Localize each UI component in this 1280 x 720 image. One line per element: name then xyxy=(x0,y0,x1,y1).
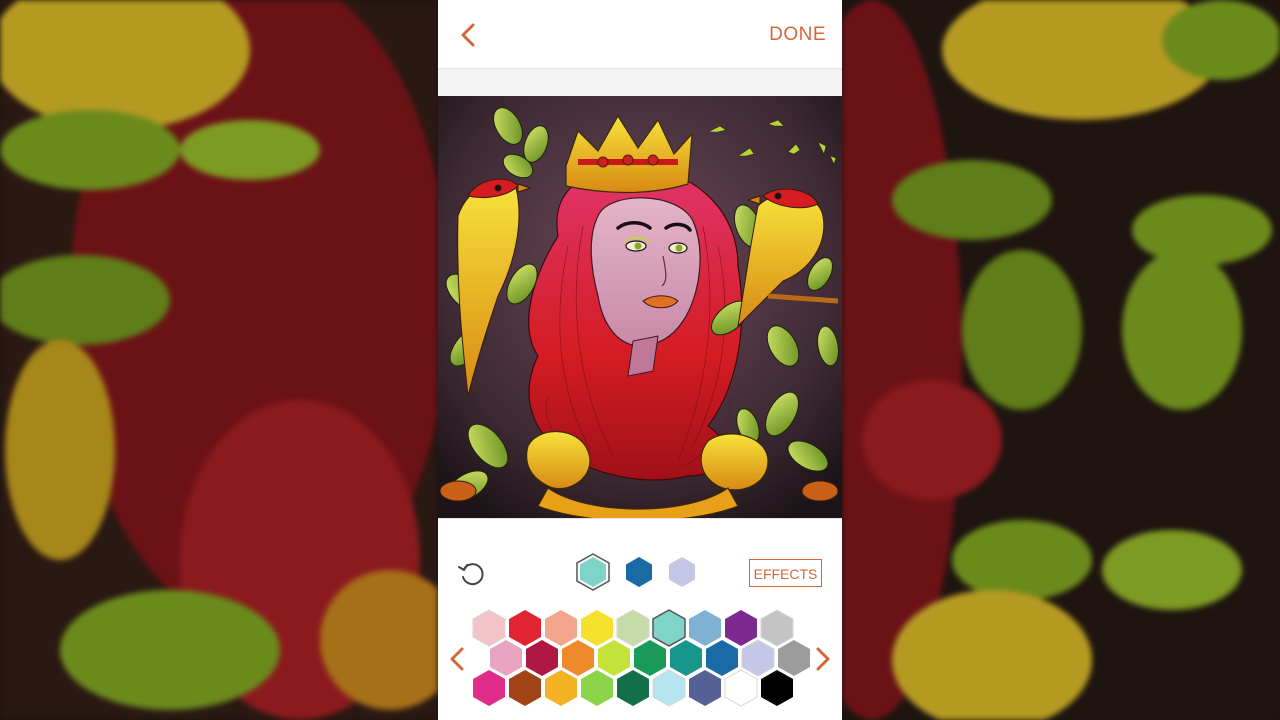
chevron-right-icon xyxy=(816,647,830,671)
palette-color-swatch[interactable] xyxy=(544,669,578,707)
back-button[interactable] xyxy=(454,20,484,50)
color-hexagon xyxy=(652,669,686,707)
palette-prev-button[interactable] xyxy=(448,645,466,673)
color-hexagon xyxy=(473,670,505,706)
palette-next-button[interactable] xyxy=(814,645,832,673)
palette-color-swatch[interactable] xyxy=(472,669,506,707)
coloring-app-screen: DONE EFFECTS xyxy=(438,0,842,720)
color-hexagon xyxy=(724,669,758,707)
palette-color-swatch[interactable] xyxy=(580,669,614,707)
color-hexagon xyxy=(509,670,541,706)
palette-color-swatch[interactable] xyxy=(688,669,722,707)
color-hexagon xyxy=(617,670,649,706)
palette-color-swatch[interactable] xyxy=(616,669,650,707)
background-right-blur xyxy=(842,0,1280,720)
color-hexagon xyxy=(689,670,721,706)
color-palette xyxy=(438,519,842,720)
color-tools-panel: EFFECTS xyxy=(438,518,842,720)
coloring-canvas[interactable] xyxy=(438,96,842,518)
palette-color-swatch[interactable] xyxy=(724,669,758,707)
done-button[interactable]: DONE xyxy=(769,24,826,46)
coloring-artwork[interactable] xyxy=(438,96,842,518)
color-hexagon xyxy=(545,670,577,706)
color-hexagon xyxy=(761,670,793,706)
chevron-left-icon xyxy=(461,23,475,47)
background-left-blur xyxy=(0,0,438,720)
chevron-left-icon xyxy=(450,647,464,671)
palette-color-swatch[interactable] xyxy=(760,669,794,707)
color-hexagon xyxy=(581,670,613,706)
palette-color-swatch[interactable] xyxy=(652,669,686,707)
palette-color-swatch[interactable] xyxy=(508,669,542,707)
top-bar: DONE xyxy=(438,0,842,69)
